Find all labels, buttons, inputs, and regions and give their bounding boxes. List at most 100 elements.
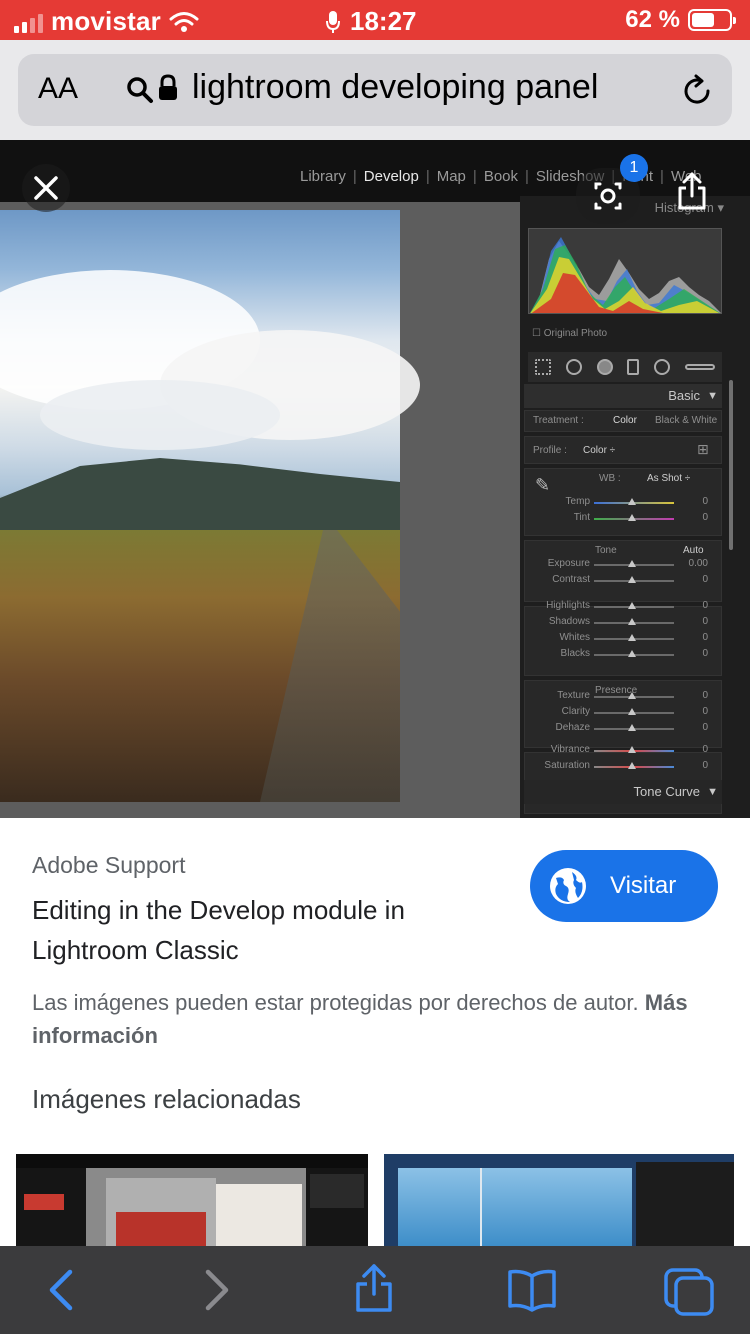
status-left: movistar bbox=[14, 6, 199, 37]
slider-label: Temp bbox=[565, 496, 590, 507]
reader-aa-button[interactable]: AA bbox=[38, 72, 78, 106]
related-image-thumbnail[interactable] bbox=[16, 1154, 368, 1246]
treatment-row: Treatment : Color Black & White bbox=[524, 410, 722, 432]
close-button[interactable] bbox=[22, 164, 70, 212]
treatment-bw: Black & White bbox=[655, 415, 718, 426]
address-bar-area: AA lightroom developing panel bbox=[0, 40, 750, 140]
battery-fill bbox=[692, 13, 715, 27]
visit-button[interactable]: Visitar bbox=[530, 850, 718, 922]
battery-percentage: 62 % bbox=[625, 6, 680, 33]
slider-value: 0 bbox=[702, 690, 708, 701]
module-separator: | bbox=[352, 168, 357, 185]
lightroom-right-panel: Histogram ▾ ☐ Original Photo Basic ▼ Trea… bbox=[520, 196, 750, 818]
slider-value: 0 bbox=[702, 744, 708, 755]
module-separator: | bbox=[660, 168, 664, 185]
wb-label: WB : bbox=[599, 473, 621, 484]
result-title[interactable]: Editing in the Develop module in Lightro… bbox=[32, 890, 502, 970]
clock: 18:27 bbox=[350, 6, 417, 36]
tabs-icon[interactable] bbox=[662, 1266, 716, 1316]
basic-label: Basic bbox=[668, 388, 700, 403]
slider-knob bbox=[628, 560, 636, 567]
slider-label: Clarity bbox=[561, 706, 590, 717]
slider-knob bbox=[628, 602, 636, 609]
landscape-photo bbox=[0, 210, 420, 802]
profile-value: Color ÷ bbox=[583, 445, 616, 456]
basic-panel-header: Basic ▼ bbox=[524, 384, 722, 408]
tone-curve-header: Tone Curve ▼ bbox=[524, 780, 722, 804]
back-chevron-icon[interactable] bbox=[44, 1268, 78, 1312]
lock-icon bbox=[159, 74, 177, 100]
status-bar: movistar 18:27 62 % bbox=[0, 0, 750, 40]
reload-icon[interactable] bbox=[680, 74, 714, 108]
slider-label: Saturation bbox=[544, 760, 590, 771]
slider-value: 0 bbox=[702, 632, 708, 643]
slider-label: Shadows bbox=[548, 616, 590, 627]
share-icon[interactable] bbox=[352, 1262, 396, 1314]
slider-knob bbox=[628, 708, 636, 715]
slider-value: 0 bbox=[702, 616, 708, 627]
image-viewer[interactable]: Library|Develop|Map|Book|Slideshow|Print… bbox=[0, 140, 750, 818]
tone-curve-label: Tone Curve bbox=[633, 784, 700, 799]
panel-scrollbar bbox=[729, 380, 733, 550]
profile-row: Profile : Color ÷ ⊞ bbox=[524, 436, 722, 464]
spot-removal-icon bbox=[565, 359, 582, 375]
browser-toolbar bbox=[0, 1246, 750, 1334]
slider-label: Texture bbox=[557, 690, 590, 701]
module-tab-develop: Develop bbox=[363, 168, 419, 185]
image-share-button[interactable] bbox=[672, 170, 712, 217]
search-icon bbox=[127, 77, 153, 103]
microphone-icon bbox=[326, 10, 340, 33]
slider-knob bbox=[628, 724, 636, 731]
slider-knob bbox=[628, 618, 636, 625]
cellular-signal-icon bbox=[14, 11, 43, 33]
crop-tool-icon bbox=[535, 359, 552, 375]
tone-section: Tone Auto bbox=[524, 540, 722, 602]
slider-knob bbox=[628, 650, 636, 657]
module-tab-library: Library bbox=[300, 168, 346, 185]
slider-label: Blacks bbox=[560, 648, 590, 659]
slider-value: 0 bbox=[702, 706, 708, 717]
tool-strip bbox=[528, 352, 722, 382]
related-images-heading: Imágenes relacionadas bbox=[32, 1084, 301, 1114]
slider-value: 0 bbox=[702, 648, 708, 659]
slider-value: 0 bbox=[702, 760, 708, 771]
module-tab-map: Map bbox=[436, 168, 466, 185]
treatment-color: Color bbox=[613, 415, 637, 426]
copyright-notice: Las imágenes pueden estar protegidas por… bbox=[32, 986, 722, 1052]
treatment-label: Treatment : bbox=[533, 415, 584, 426]
profile-label: Profile : bbox=[533, 445, 567, 456]
red-eye-icon bbox=[596, 359, 613, 375]
slider-label: Highlights bbox=[546, 600, 590, 611]
slider-knob bbox=[628, 746, 636, 753]
slider-value: 0.00 bbox=[688, 558, 708, 569]
search-query-text[interactable]: lightroom developing panel bbox=[192, 68, 598, 107]
slider-knob bbox=[628, 514, 636, 521]
slider-value: 0 bbox=[702, 574, 708, 585]
bookmarks-icon[interactable] bbox=[506, 1268, 558, 1312]
forward-chevron-icon[interactable] bbox=[200, 1268, 234, 1312]
address-bar[interactable]: AA lightroom developing panel bbox=[18, 54, 732, 126]
visit-label: Visitar bbox=[610, 872, 677, 899]
original-photo-toggle: ☐ Original Photo bbox=[532, 328, 608, 339]
module-tab-book: Book bbox=[483, 168, 519, 185]
status-right: 62 % bbox=[625, 6, 736, 34]
wifi-icon bbox=[169, 11, 199, 32]
related-image-thumbnail[interactable] bbox=[384, 1154, 734, 1246]
eyedropper-icon: ✎ bbox=[535, 475, 551, 495]
slider-label: Contrast bbox=[552, 574, 590, 585]
profile-browser-icon: ⊞ bbox=[697, 441, 709, 457]
slider-label: Exposure bbox=[547, 558, 590, 569]
battery-icon bbox=[688, 9, 736, 31]
copyright-text: Las imágenes pueden estar protegidas por… bbox=[32, 990, 639, 1015]
slider-knob bbox=[628, 762, 636, 769]
auto-button: Auto bbox=[683, 545, 704, 556]
result-source[interactable]: Adobe Support bbox=[32, 852, 185, 879]
carrier-name: movistar bbox=[51, 6, 161, 36]
lens-count-badge: 1 bbox=[620, 154, 648, 182]
slider-value: 0 bbox=[702, 600, 708, 611]
slider-value: 0 bbox=[702, 496, 708, 507]
slider-value: 0 bbox=[702, 722, 708, 733]
presence-section: Presence bbox=[524, 680, 722, 748]
slider-knob bbox=[628, 634, 636, 641]
aa-label: AA bbox=[38, 72, 79, 105]
